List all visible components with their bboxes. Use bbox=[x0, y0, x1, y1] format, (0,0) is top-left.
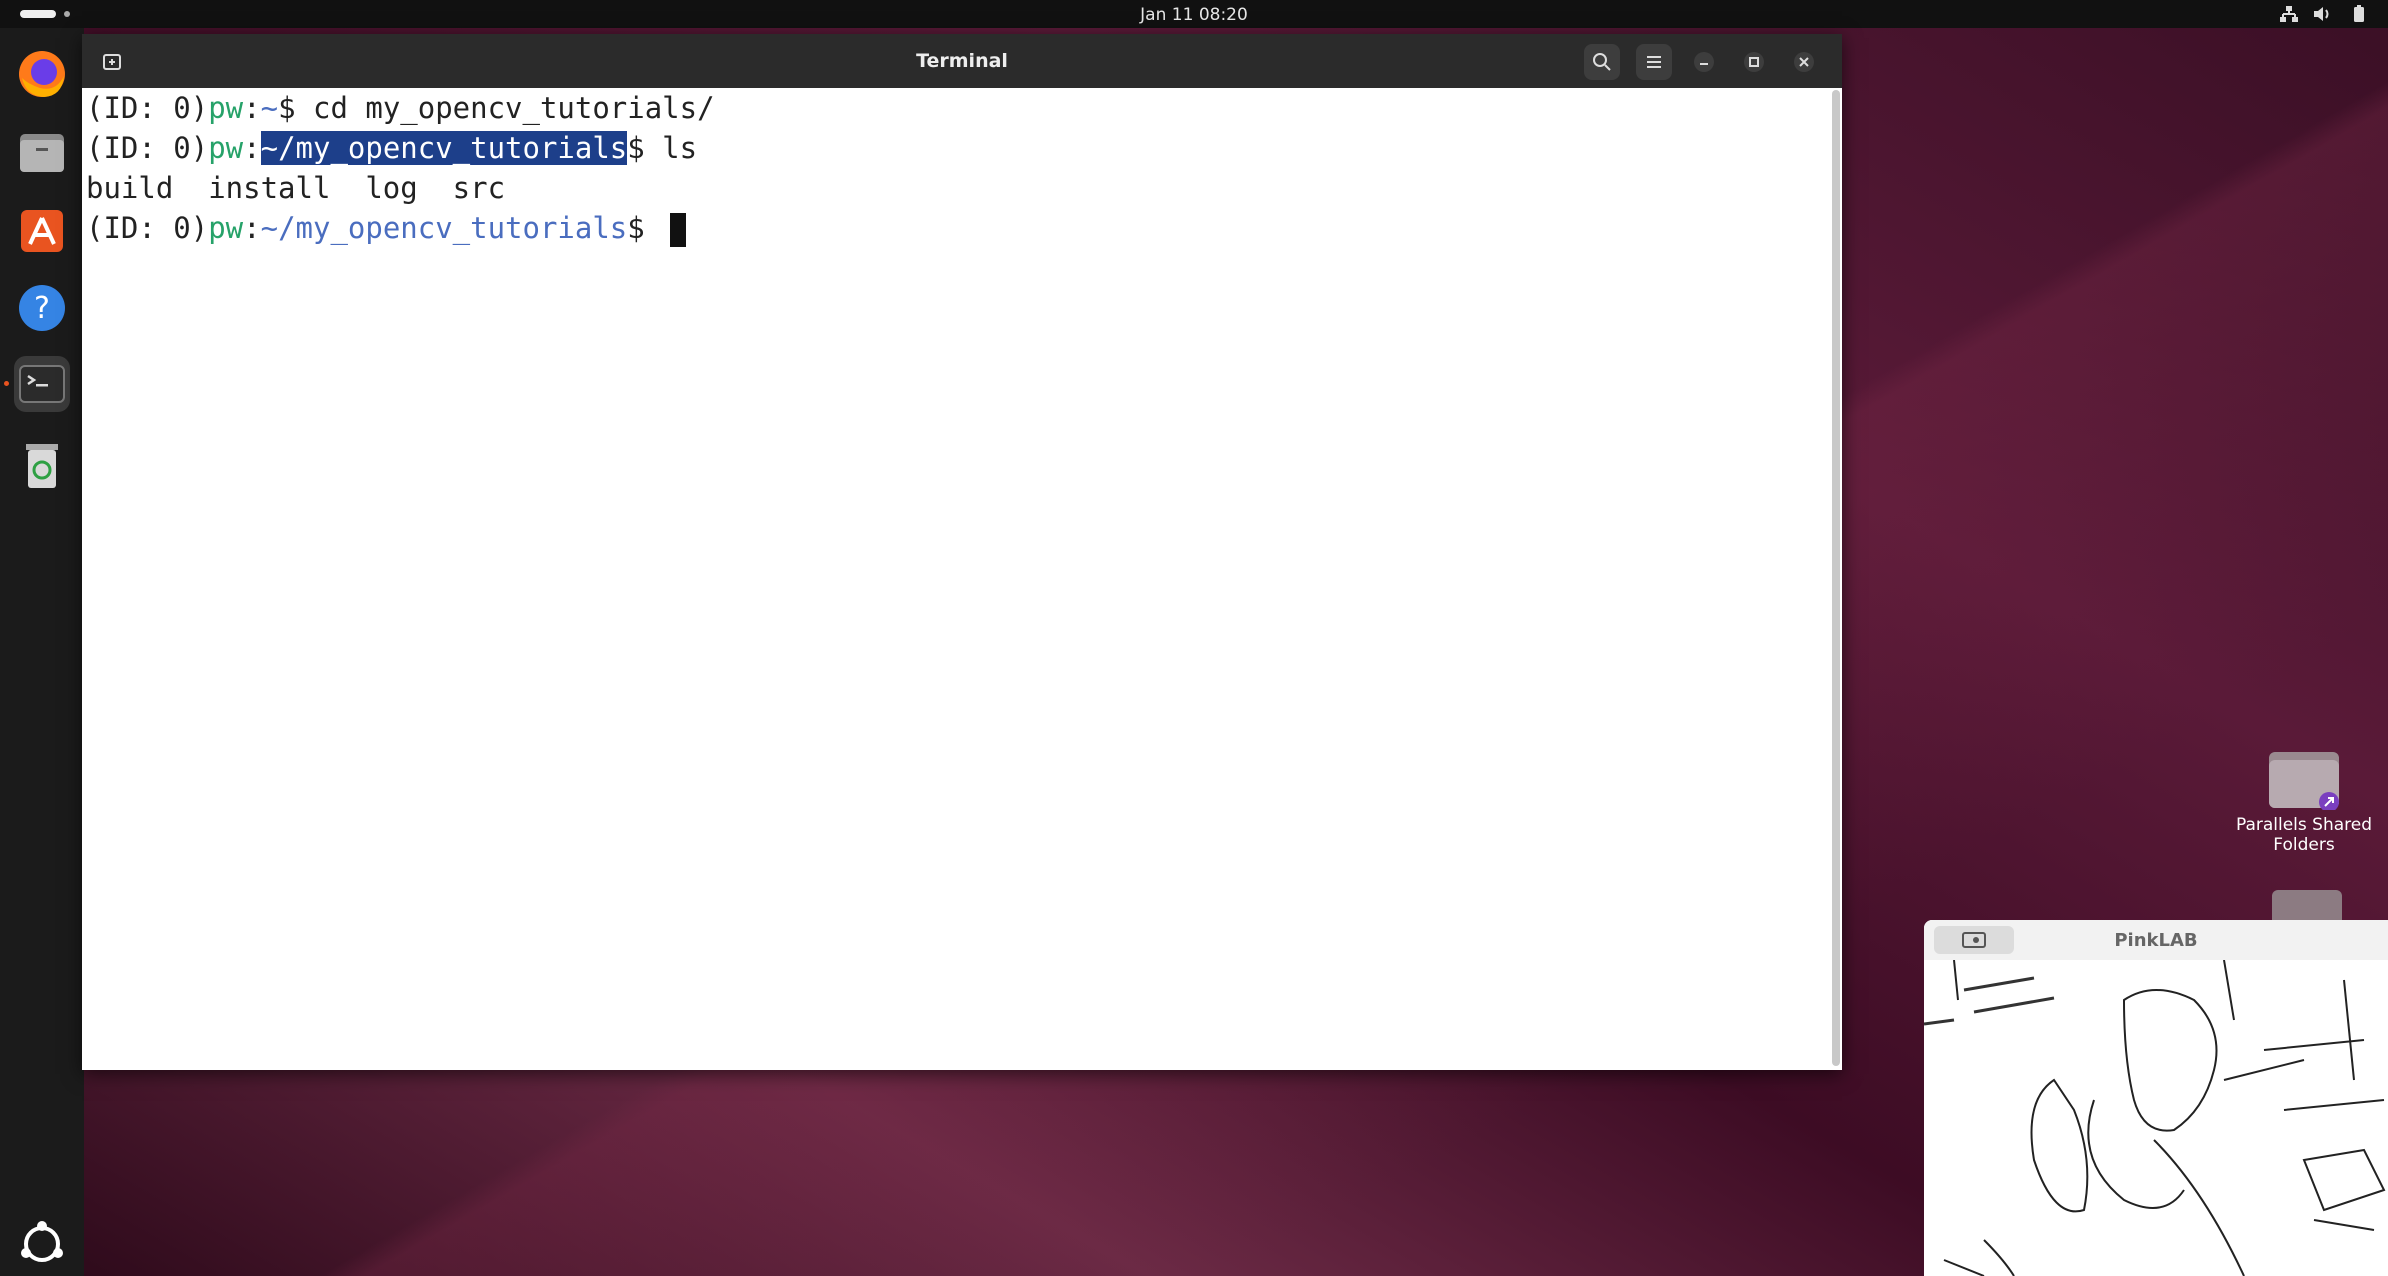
close-icon[interactable] bbox=[1786, 44, 1822, 80]
title-bar[interactable]: Terminal bbox=[82, 34, 1842, 88]
dock: ? bbox=[0, 28, 84, 1276]
svg-text:?: ? bbox=[34, 291, 50, 326]
shared-folder-label: Parallels Shared Folders bbox=[2235, 815, 2373, 855]
running-indicator bbox=[4, 381, 9, 386]
webcam-title-bar[interactable]: PinkLAB bbox=[1924, 920, 2388, 960]
folder-icon bbox=[2269, 752, 2339, 812]
terminal-line: (ID: 0)pw:~$ cd my_opencv_tutorials/ bbox=[86, 91, 715, 125]
volume-icon[interactable] bbox=[2312, 4, 2334, 24]
selected-text: ~/my_opencv_tutorials bbox=[260, 131, 628, 165]
parallels-shared-folders[interactable]: Parallels Shared Folders bbox=[2224, 746, 2384, 855]
app-center-icon[interactable] bbox=[14, 202, 70, 258]
search-icon[interactable] bbox=[1584, 44, 1620, 80]
terminal-line: (ID: 0)pw:~/my_opencv_tutorials$ ls bbox=[86, 131, 698, 165]
battery-icon[interactable] bbox=[2348, 4, 2370, 24]
show-apps-icon[interactable] bbox=[14, 1216, 70, 1272]
trash-icon[interactable] bbox=[14, 438, 70, 494]
files-icon[interactable] bbox=[14, 124, 70, 180]
terminal-icon[interactable] bbox=[14, 356, 70, 412]
clock[interactable]: Jan 11 08:20 bbox=[0, 5, 2388, 25]
help-icon[interactable]: ? bbox=[14, 280, 70, 336]
webcam-window[interactable]: PinkLAB bbox=[1924, 920, 2388, 1276]
firefox-icon[interactable] bbox=[14, 46, 70, 102]
maximize-icon[interactable] bbox=[1736, 44, 1772, 80]
webcam-title: PinkLAB bbox=[2114, 930, 2198, 951]
top-bar: Jan 11 08:20 bbox=[0, 0, 2388, 28]
minimize-icon[interactable] bbox=[1686, 44, 1722, 80]
text-cursor bbox=[670, 213, 687, 247]
terminal-output: build install log src bbox=[86, 171, 506, 205]
folder-icon[interactable] bbox=[2272, 890, 2342, 920]
edge-detection-image bbox=[1924, 960, 2386, 1276]
network-icon[interactable] bbox=[2278, 4, 2300, 24]
menu-icon[interactable] bbox=[1636, 44, 1672, 80]
terminal-content[interactable]: (ID: 0)pw:~$ cd my_opencv_tutorials/ (ID… bbox=[82, 88, 1828, 1070]
scrollbar[interactable] bbox=[1832, 90, 1840, 1066]
window-title: Terminal bbox=[916, 50, 1008, 72]
terminal-window: Terminal (ID: 0)pw:~$ cd my_opencv_tutor… bbox=[82, 34, 1842, 1070]
terminal-line: (ID: 0)pw:~/my_opencv_tutorials$ bbox=[86, 208, 687, 248]
